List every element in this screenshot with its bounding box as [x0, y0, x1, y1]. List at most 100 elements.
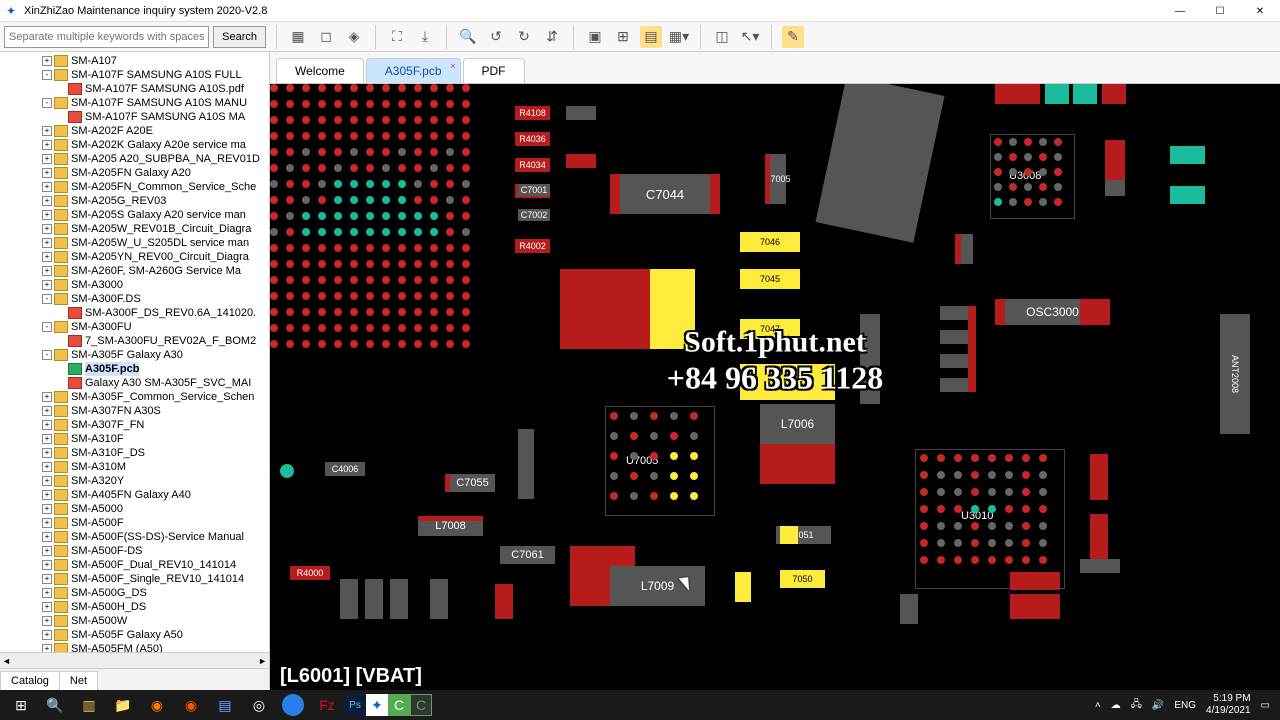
grid-tool-icon[interactable]: ⊞ — [612, 26, 634, 48]
tree-item[interactable]: +SM-A500F-DS — [0, 544, 269, 558]
rotate-right-icon[interactable]: ↻ — [513, 26, 535, 48]
tray-onedrive-icon[interactable]: ☁ — [1111, 700, 1121, 711]
palette-tool-icon[interactable]: ▦▾ — [668, 26, 690, 48]
pcb-component[interactable]: C7055 — [450, 474, 495, 492]
explorer-icon[interactable]: ▥ — [72, 691, 106, 719]
pcb-component[interactable] — [518, 429, 534, 499]
tree-item[interactable]: -SM-A300F.DS — [0, 292, 269, 306]
tree-item[interactable]: SM-A300F_DS_REV0.6A_141020. — [0, 306, 269, 320]
tree-item[interactable]: +SM-A505FM (A50) — [0, 642, 269, 652]
pcb-component[interactable] — [430, 579, 448, 619]
app-icon-1[interactable]: ▤ — [208, 691, 242, 719]
tree-item[interactable]: +SM-A500F — [0, 516, 269, 530]
pcb-highlight[interactable]: 7046 — [740, 232, 800, 252]
search-taskbar-icon[interactable]: 🔍 — [38, 691, 72, 719]
start-button[interactable]: ⊞ — [4, 691, 38, 719]
flip-tool-icon[interactable]: ⇵ — [541, 26, 563, 48]
pcb-component[interactable] — [860, 314, 880, 404]
tree-item[interactable]: +SM-A5000 — [0, 502, 269, 516]
tray-clock[interactable]: 5:19 PM 4/19/2021 — [1206, 693, 1251, 717]
pcb-component[interactable] — [1170, 146, 1205, 164]
pcb-component[interactable]: L7005 — [770, 154, 786, 204]
firefox-icon[interactable]: ◉ — [140, 691, 174, 719]
pcb-component[interactable]: R4002 — [515, 239, 550, 253]
pcb-component[interactable] — [900, 594, 918, 624]
tree-item[interactable]: +SM-A307FN A30S — [0, 404, 269, 418]
layer-tool-icon[interactable]: ▦ — [287, 26, 309, 48]
pcb-component[interactable]: C7061 — [500, 546, 555, 564]
zoom-tool-icon[interactable]: 🔍 — [457, 26, 479, 48]
pcb-component[interactable] — [1102, 84, 1126, 104]
tree-item[interactable]: +SM-A205S Galaxy A20 service man — [0, 208, 269, 222]
tree-item[interactable]: +SM-A505F Galaxy A50 — [0, 628, 269, 642]
pcb-component[interactable] — [365, 579, 383, 619]
pcb-component[interactable] — [940, 378, 970, 392]
pcb-component[interactable]: C7001 — [518, 184, 550, 196]
pcb-component[interactable]: C7002 — [518, 209, 550, 221]
pcb-component[interactable] — [1080, 559, 1120, 573]
tree-item[interactable]: +SM-A500F_Single_REV10_141014 — [0, 572, 269, 586]
net-tab[interactable]: Net — [59, 671, 98, 690]
search-button[interactable]: Search — [213, 26, 266, 48]
pcb-component[interactable] — [495, 584, 513, 619]
select-tool-icon[interactable]: ◻ — [315, 26, 337, 48]
pcb-highlight[interactable] — [740, 364, 835, 400]
pcb-component[interactable] — [940, 330, 970, 344]
tree-item[interactable]: +SM-A205W_REV01B_Circuit_Diagra — [0, 222, 269, 236]
pcb-component[interactable]: C7044 — [610, 174, 720, 214]
tree-item[interactable]: +SM-A305F_Common_Service_Schen — [0, 390, 269, 404]
catalog-tab[interactable]: Catalog — [0, 671, 60, 690]
tree-item[interactable]: +SM-A205W_U_S205DL service man — [0, 236, 269, 250]
pcb-highlight[interactable]: 7047 — [740, 319, 800, 339]
pcb-component[interactable] — [940, 306, 970, 320]
maximize-button[interactable]: ☐ — [1200, 0, 1240, 22]
folder-icon[interactable]: 📁 — [106, 691, 140, 719]
tree-item[interactable]: +SM-A205 A20_SUBPBA_NA_REV01D — [0, 152, 269, 166]
pcb-component[interactable] — [566, 154, 596, 168]
tree-item[interactable]: +SM-A3000 — [0, 278, 269, 292]
pcb-component[interactable]: R4108 — [515, 106, 550, 120]
tree-item[interactable]: +SM-A310M — [0, 460, 269, 474]
tree-item[interactable]: +SM-A107 — [0, 54, 269, 68]
tree-item[interactable]: +SM-A205FN Galaxy A20 — [0, 166, 269, 180]
chrome-icon[interactable]: ◎ — [242, 691, 276, 719]
tree-item[interactable]: Galaxy A30 SM-A305F_SVC_MAI — [0, 376, 269, 390]
pcb-component[interactable] — [1010, 594, 1060, 619]
pcb-component[interactable] — [340, 579, 358, 619]
pcb-component[interactable] — [1045, 84, 1069, 104]
pcb-component[interactable] — [1170, 186, 1205, 204]
pcb-component[interactable] — [1010, 572, 1060, 590]
tab-pdf[interactable]: PDF — [463, 58, 525, 83]
tree-scrollbar[interactable]: ◄► — [0, 652, 269, 668]
tab-close-icon[interactable]: × — [450, 61, 455, 71]
pcb-component[interactable]: ANT2008 — [1220, 314, 1250, 434]
tree-item[interactable]: +SM-A500H_DS — [0, 600, 269, 614]
highlight-tool-icon[interactable]: ▤ — [640, 26, 662, 48]
tree-item[interactable]: +SM-A500F_Dual_REV10_141014 — [0, 558, 269, 572]
pcb-component[interactable]: R4034 — [515, 158, 550, 172]
pcb-highlight[interactable]: 7045 — [740, 269, 800, 289]
app-icon-4[interactable]: C — [410, 694, 432, 716]
search-input[interactable] — [4, 26, 209, 48]
tree-item[interactable]: +SM-A320Y — [0, 474, 269, 488]
tree-item[interactable]: +SM-A310F_DS — [0, 446, 269, 460]
browser-icon[interactable]: ◉ — [174, 691, 208, 719]
app-icon-2[interactable]: ✦ — [366, 694, 388, 716]
pcb-canvas[interactable]: R4108 R4036 R4034 R4001 R4002 C7044 C700… — [270, 84, 1280, 662]
pcb-component[interactable] — [815, 84, 944, 243]
tray-language[interactable]: ENG — [1174, 700, 1196, 711]
color-tool-icon[interactable]: ▣ — [584, 26, 606, 48]
tray-notification-icon[interactable]: ▭ — [1261, 700, 1270, 711]
pcb-component[interactable] — [566, 106, 596, 120]
inspect-tool-icon[interactable]: ◈ — [343, 26, 365, 48]
pcb-component[interactable]: L7009 — [610, 566, 705, 606]
pcb-component[interactable] — [1105, 140, 1125, 180]
tree-item[interactable]: A305F.pcb — [0, 362, 269, 376]
pointer-tool-icon[interactable]: ↖▾ — [739, 26, 761, 48]
pcb-component[interactable] — [1090, 514, 1108, 560]
pcb-highlight[interactable] — [650, 269, 695, 349]
tray-chevron-icon[interactable]: ˄ — [1095, 700, 1101, 711]
pcb-component[interactable] — [390, 579, 408, 619]
pcb-component[interactable] — [995, 84, 1040, 104]
note-tool-icon[interactable]: ✎ — [782, 26, 804, 48]
